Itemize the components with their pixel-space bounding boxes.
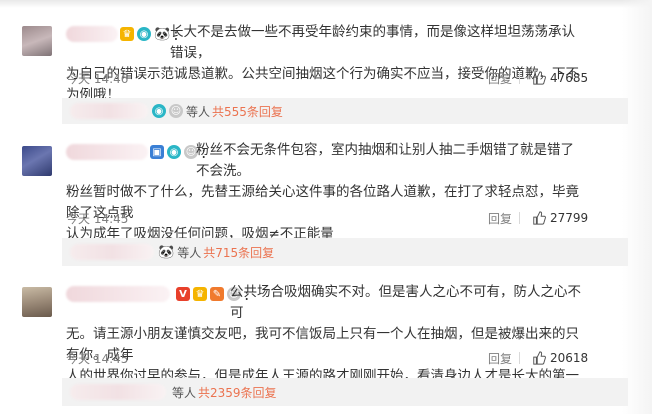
like-button[interactable]: 27799 [532,209,588,227]
comment-meta: 今天 14:45 回复 27799 [66,210,590,228]
divider [519,72,520,84]
reply-thread[interactable]: 🐼 等人 共715条回复 [62,238,628,266]
thread-count-link[interactable]: 共555条回复 [212,103,283,120]
timestamp: 今天 14:45 [66,352,129,366]
replier-name[interactable] [70,384,166,400]
comment-line: 长大不是去做一些不再受年龄约束的事情，而是像这样坦坦荡荡承认错误， [170,24,575,61]
reply-button[interactable]: 回复 [488,70,512,87]
thread-summary: 🐼 等人 共715条回复 [70,238,274,266]
reply-thread[interactable]: 等人 共2359条回复 [62,378,628,406]
membership-badge-icon: ◉ [152,104,166,118]
comment-text: 长大不是去做一些不再受年龄约束的事情，而是像这样坦坦荡荡承认错误， 为自己的错误… [66,22,586,106]
like-button[interactable]: 20618 [532,349,588,367]
top-shadow [0,0,652,8]
avatar[interactable] [22,287,52,317]
thread-count-link[interactable]: 共2359条回复 [198,384,277,401]
divider [519,212,520,224]
thread-summary: ◉ ☺ 等人 共555条回复 [70,98,283,124]
like-button[interactable]: 47685 [532,69,588,87]
timestamp: 今天 14:46 [66,72,129,86]
replier-name[interactable] [70,244,154,260]
reply-button[interactable]: 回复 [488,210,512,227]
thread-prefix: 等人 [186,104,211,119]
divider [519,352,520,364]
like-count: 47685 [550,71,589,85]
comment-line: 公共场合吸烟确实不对。但是害人之心不可有，防人之心不可 [230,284,581,321]
like-thumb-icon [533,71,546,85]
like-thumb-icon [533,351,546,365]
reply-thread[interactable]: ◉ ☺ 等人 共555条回复 [62,98,628,124]
panda-emoji-icon: 🐼 [158,244,175,260]
like-count: 20618 [550,351,589,365]
avatar[interactable] [22,146,52,176]
like-count: 27799 [550,211,589,225]
comment-meta: 今天 14:45 回复 20618 [66,350,590,368]
timestamp: 今天 14:45 [66,212,129,226]
reply-button[interactable]: 回复 [488,350,512,367]
thread-summary: 等人 共2359条回复 [70,378,277,406]
comment-text: 粉丝不会无条件包容，室内抽烟和让别人抽二手烟错了就是错了不会洗。 粉丝暂时做不了… [66,140,586,245]
thread-prefix: 等人 [172,385,197,400]
thread-prefix: 等人 [177,245,202,260]
comment-line: 粉丝不会无条件包容，室内抽烟和让别人抽二手烟错了就是错了不会洗。 [196,142,574,179]
thread-count-link[interactable]: 共715条回复 [203,244,274,261]
right-edge-shadow [622,0,652,414]
user-level-icon: ☺ [169,104,183,118]
replier-name[interactable] [70,103,148,119]
avatar[interactable] [22,26,52,56]
comment-meta: 今天 14:46 回复 47685 [66,70,590,88]
like-thumb-icon [533,211,546,225]
